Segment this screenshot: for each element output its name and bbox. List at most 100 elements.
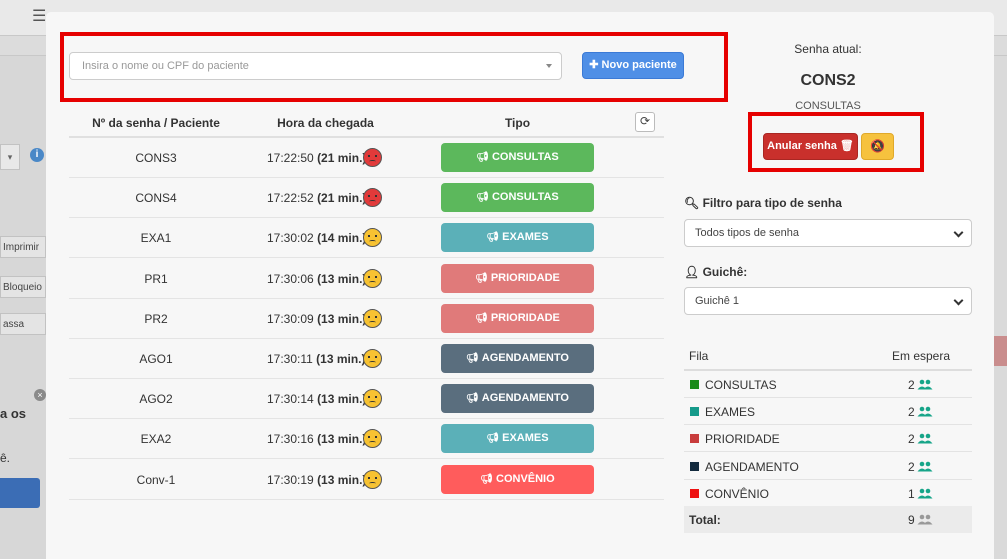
ticket-number: EXA2 bbox=[140, 432, 172, 447]
arrival-column-header: Hora da chegada bbox=[277, 116, 374, 130]
ticket-type-badge[interactable]: 📢︎ AGENDAMENTO bbox=[441, 344, 594, 373]
ticket-number: CONS3 bbox=[135, 151, 177, 165]
wait-duration: (13 min.) bbox=[316, 352, 366, 366]
wait-duration: (21 min.) bbox=[317, 151, 367, 165]
ticket-type-filter-select[interactable]: Todos tipos de senha bbox=[684, 219, 972, 247]
angry-face-icon bbox=[363, 188, 382, 208]
wait-duration: (13 min.) bbox=[317, 392, 367, 407]
ticket-type-badge[interactable]: 📢︎ PRIORIDADE bbox=[441, 263, 594, 293]
table-row: CONS4 17:22:52 (21 min.) 📢︎ CONSULTAS bbox=[69, 178, 664, 219]
ticket-type-label: AGENDAMENTO bbox=[481, 352, 569, 364]
wait-duration: (13 min.) bbox=[317, 311, 367, 326]
queue-waiting-count: 2 bbox=[908, 459, 915, 474]
sad-face-icon bbox=[363, 389, 382, 409]
refresh-icon: ⟳ bbox=[639, 114, 651, 128]
ticket-type-badge[interactable]: 📢︎ EXAMES bbox=[441, 424, 594, 454]
arrival-time-value: 17:30:11 bbox=[267, 352, 313, 366]
ticket-column-header: Nº da senha / Paciente bbox=[92, 116, 220, 130]
table-row: PR1 17:30:06 (13 min.) 📢︎ PRIORIDADE bbox=[69, 259, 664, 299]
ticket-number: Conv-1 bbox=[136, 472, 176, 487]
table-row: EXA2 17:30:16 (13 min.) 📢︎ EXAMES bbox=[69, 419, 664, 460]
ticket-type-label: PRIORIDADE bbox=[490, 311, 560, 324]
megaphone-icon: 📢︎ bbox=[466, 393, 479, 405]
queue-color-swatch bbox=[690, 434, 699, 444]
ticket-type-badge[interactable]: 📢︎ EXAMES bbox=[441, 223, 594, 253]
queue-name: PRIORIDADE bbox=[705, 432, 780, 447]
users-icon bbox=[917, 488, 933, 499]
queue-waiting-count: 2 bbox=[908, 432, 915, 447]
background-button: assa bbox=[0, 313, 46, 335]
megaphone-icon: 📢︎ bbox=[475, 272, 488, 284]
sad-face-icon bbox=[363, 308, 382, 328]
wait-duration: (14 min.) bbox=[317, 231, 367, 246]
highlight-box bbox=[60, 32, 728, 102]
ticket-type-badge[interactable]: 📢︎ CONSULTAS bbox=[441, 143, 594, 172]
sad-face-icon bbox=[363, 429, 382, 449]
ticket-type-label: CONVÊNIO bbox=[496, 472, 555, 485]
current-ticket-label: Senha atual: bbox=[794, 42, 862, 56]
ticket-type-badge[interactable]: 📢︎ PRIORIDADE bbox=[441, 303, 594, 333]
search-icon: 🔍︎ bbox=[684, 196, 703, 210]
arrival-time: 17:22:50 (21 min.) bbox=[267, 151, 366, 165]
wait-duration: (21 min.) bbox=[317, 191, 367, 206]
background-red-bar bbox=[994, 336, 1007, 366]
waiting-column-header: Em espera bbox=[892, 349, 951, 363]
info-icon: i bbox=[30, 148, 44, 162]
sad-face-icon bbox=[363, 268, 382, 288]
arrival-time-value: 17:22:52 bbox=[267, 191, 314, 206]
wait-duration: (13 min.) bbox=[317, 271, 367, 286]
counter-select[interactable]: Guichê 1 bbox=[684, 287, 972, 315]
wait-duration: (13 min.) bbox=[317, 432, 367, 447]
filter-label-text: Filtro para tipo de senha bbox=[702, 196, 842, 210]
users-icon bbox=[917, 461, 933, 472]
arrival-time: 17:30:02 (14 min.) bbox=[267, 231, 366, 245]
ticket-type-label: CONSULTAS bbox=[491, 151, 559, 163]
table-row: AGO1 17:30:11 (13 min.) 📢︎ AGENDAMENTO bbox=[69, 339, 664, 379]
table-row: AGO2 17:30:14 (13 min.) 📢︎ AGENDAMENTO bbox=[69, 379, 664, 420]
megaphone-icon: 📢︎ bbox=[480, 473, 493, 485]
ticket-type-badge[interactable]: 📢︎ CONSULTAS bbox=[441, 183, 594, 213]
ticket-number: CONS4 bbox=[135, 191, 177, 206]
chevron-down-icon bbox=[953, 295, 964, 306]
background-print-button: Imprimir bbox=[0, 236, 46, 258]
megaphone-icon: 📢︎ bbox=[476, 192, 489, 204]
queue-waiting-count: 1 bbox=[908, 486, 915, 501]
users-icon bbox=[917, 406, 933, 417]
highlight-box bbox=[748, 112, 924, 172]
arrival-time: 17:30:14 (13 min.) bbox=[267, 392, 366, 406]
refresh-button[interactable]: ⟳ bbox=[635, 112, 655, 132]
queue-total-row: Total: 9 bbox=[684, 506, 972, 533]
table-row: CONS3 17:22:50 (21 min.) 📢︎ CONSULTAS bbox=[69, 138, 664, 178]
users-icon bbox=[917, 434, 933, 444]
background-blue-button bbox=[0, 478, 40, 508]
filter-label: 🔍︎ Filtro para tipo de senha bbox=[684, 196, 842, 210]
arrival-time: 17:22:52 (21 min.) bbox=[267, 191, 366, 205]
background-select: ▾ bbox=[0, 144, 20, 170]
ticket-type-label: EXAMES bbox=[502, 432, 549, 445]
queue-row: CONSULTAS 2 bbox=[684, 371, 972, 398]
ticket-type-badge[interactable]: 📢︎ CONVÊNIO bbox=[441, 464, 594, 494]
megaphone-icon: 📢︎ bbox=[486, 433, 500, 445]
counter-label-text: Guichê: bbox=[702, 265, 748, 279]
queue-name: CONVÊNIO bbox=[705, 486, 770, 501]
current-ticket-type: CONSULTAS bbox=[795, 100, 861, 112]
chevron-down-icon bbox=[953, 227, 964, 238]
ticket-type-label: PRIORIDADE bbox=[490, 271, 560, 284]
wait-duration: (13 min.) bbox=[317, 472, 367, 487]
total-label: Total: bbox=[689, 513, 721, 527]
ticket-type-badge[interactable]: 📢︎ AGENDAMENTO bbox=[441, 384, 594, 414]
counter-label: 👤︎ Guichê: bbox=[684, 265, 747, 279]
megaphone-icon: 📢︎ bbox=[466, 353, 479, 364]
ticket-number: EXA1 bbox=[140, 231, 172, 246]
total-count: 9 bbox=[908, 513, 915, 527]
users-icon bbox=[917, 514, 933, 525]
queue-color-swatch bbox=[690, 380, 699, 389]
megaphone-icon: 📢︎ bbox=[475, 312, 488, 324]
arrival-time-value: 17:30:19 bbox=[267, 472, 314, 487]
ticket-type-label: EXAMES bbox=[502, 231, 549, 244]
queue-row: CONVÊNIO 1 bbox=[684, 480, 972, 507]
sad-face-icon bbox=[363, 469, 382, 489]
queue-color-swatch bbox=[690, 407, 699, 417]
ticket-number: PR1 bbox=[144, 271, 168, 286]
queue-name: CONSULTAS bbox=[705, 378, 777, 392]
